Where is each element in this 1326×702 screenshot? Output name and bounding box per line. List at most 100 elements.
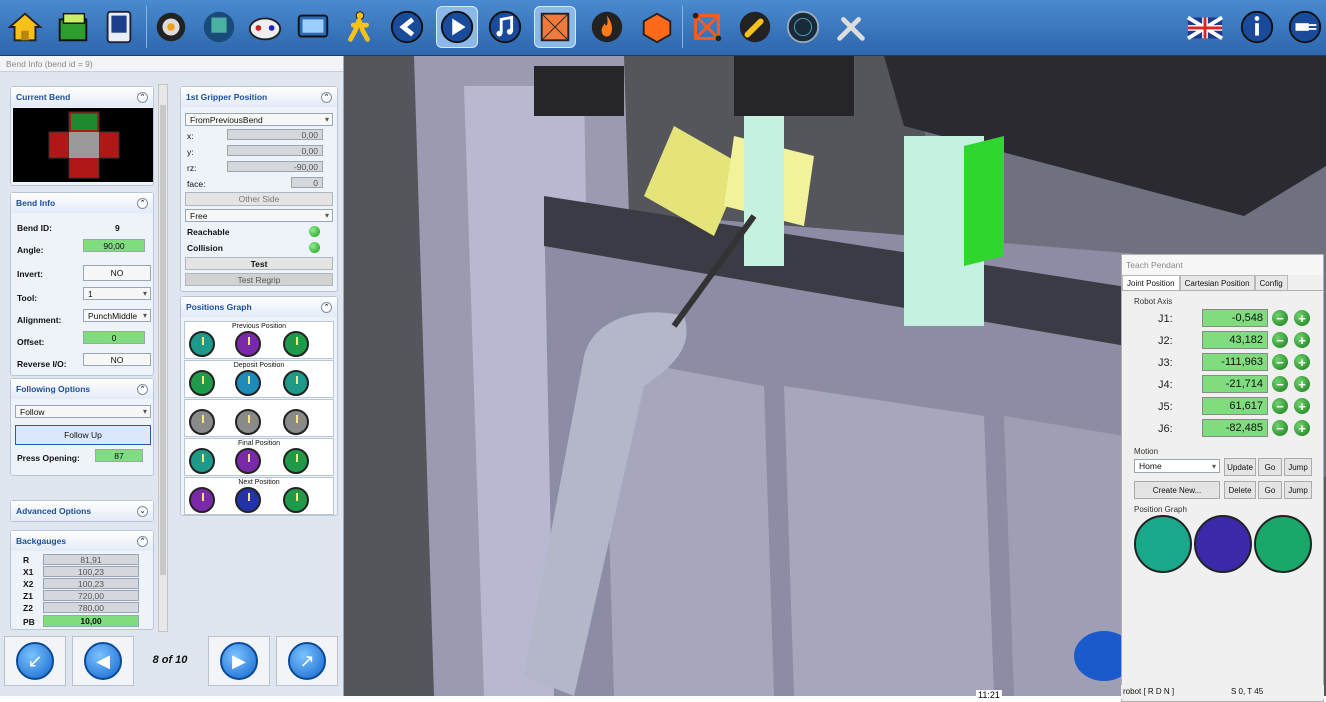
- gripper-source-select[interactable]: FromPreviousBend: [185, 113, 333, 126]
- graph-title: Next Position: [238, 479, 280, 486]
- joint-value[interactable]: -111,963: [1202, 353, 1268, 371]
- backgauge-value[interactable]: 100,23: [43, 578, 139, 589]
- reverse-io-button[interactable]: NO: [83, 353, 151, 366]
- reachable-status-icon: [309, 226, 320, 237]
- press-opening-field[interactable]: 87: [95, 449, 143, 462]
- jump-button[interactable]: Jump: [1284, 481, 1312, 499]
- update-button[interactable]: Update: [1224, 458, 1256, 476]
- collapse-icon[interactable]: ⌃: [321, 91, 332, 103]
- x-field[interactable]: 0,00: [227, 129, 323, 140]
- alignment-select[interactable]: PunchMiddle: [83, 309, 151, 322]
- collapse-icon[interactable]: ⌃: [137, 535, 148, 547]
- joint-value[interactable]: -82,485: [1202, 419, 1268, 437]
- invert-button[interactable]: NO: [83, 265, 151, 281]
- collapse-icon[interactable]: ⌃: [137, 91, 148, 103]
- radar-icon[interactable]: [782, 6, 824, 48]
- minus-icon[interactable]: −: [1272, 354, 1288, 370]
- y-field[interactable]: 0,00: [227, 145, 323, 156]
- play-icon[interactable]: [436, 6, 478, 48]
- collapse-icon[interactable]: ⌃: [137, 197, 148, 209]
- undo-icon[interactable]: [386, 6, 428, 48]
- tab-joint-position[interactable]: Joint Position: [1122, 275, 1180, 290]
- test-regrip-button[interactable]: Test Regrip: [185, 273, 333, 286]
- plus-icon[interactable]: +: [1294, 310, 1310, 326]
- last-bend-button[interactable]: ↗: [276, 636, 338, 686]
- tab-cartesian-position[interactable]: Cartesian Position: [1179, 275, 1255, 290]
- structure-icon[interactable]: [686, 6, 728, 48]
- joint-value[interactable]: -21,714: [1202, 375, 1268, 393]
- teach-pendant-panel: Teach Pendant Joint Position Cartesian P…: [1121, 254, 1324, 702]
- frame-icon[interactable]: [534, 6, 576, 48]
- first-arrow-icon: ↙: [16, 642, 54, 680]
- next-bend-button[interactable]: ▶: [208, 636, 270, 686]
- go-button[interactable]: Go: [1258, 481, 1282, 499]
- backgauge-value[interactable]: 720,00: [43, 590, 139, 601]
- gamepad-icon[interactable]: [244, 6, 286, 48]
- left-scrollbar[interactable]: [158, 84, 168, 632]
- home-icon[interactable]: [4, 6, 46, 48]
- fire-icon[interactable]: [586, 6, 628, 48]
- backgauge-label: Z1: [23, 591, 33, 601]
- plus-icon[interactable]: +: [1294, 398, 1310, 414]
- backgauge-value[interactable]: 81,91: [43, 554, 139, 565]
- scrollbar-thumb[interactable]: [160, 105, 166, 575]
- info-icon[interactable]: [1236, 6, 1278, 48]
- backgauge-label: Z2: [23, 603, 33, 613]
- minus-icon[interactable]: −: [1272, 420, 1288, 436]
- folder-icon[interactable]: [52, 6, 94, 48]
- plus-icon[interactable]: +: [1294, 354, 1310, 370]
- create-new-button[interactable]: Create New...: [1134, 481, 1220, 499]
- uk-flag-icon[interactable]: [1184, 6, 1226, 48]
- collapse-icon[interactable]: ⌃: [137, 383, 148, 395]
- collapse-icon[interactable]: ⌃: [321, 301, 332, 313]
- tool-select[interactable]: 1: [83, 287, 151, 300]
- invert-label: Invert:: [17, 269, 43, 279]
- advanced-options-group[interactable]: Advanced Options ⌄: [10, 500, 154, 522]
- walker-icon[interactable]: [338, 6, 380, 48]
- other-side-button[interactable]: Other Side: [185, 192, 333, 206]
- go-button[interactable]: Go: [1258, 458, 1282, 476]
- face-field[interactable]: 0: [291, 177, 323, 188]
- motion-select[interactable]: Home: [1134, 459, 1220, 473]
- gripper-mode-select[interactable]: Free: [185, 209, 333, 222]
- minus-icon[interactable]: −: [1272, 310, 1288, 326]
- machine-icon[interactable]: [98, 6, 140, 48]
- tools-icon[interactable]: [830, 6, 872, 48]
- plus-icon[interactable]: +: [1294, 376, 1310, 392]
- minus-icon[interactable]: −: [1272, 332, 1288, 348]
- plus-icon[interactable]: +: [1294, 420, 1310, 436]
- music-icon[interactable]: [484, 6, 526, 48]
- minus-icon[interactable]: −: [1272, 398, 1288, 414]
- joint-value[interactable]: 61,617: [1202, 397, 1268, 415]
- gears-icon[interactable]: [150, 6, 192, 48]
- delete-button[interactable]: Delete: [1224, 481, 1256, 499]
- block-icon[interactable]: [636, 6, 678, 48]
- previous-bend-button[interactable]: ◀: [72, 636, 134, 686]
- plus-icon[interactable]: +: [1294, 332, 1310, 348]
- gauge-icon: [189, 487, 215, 513]
- final-position-graph: Final Position: [184, 438, 334, 476]
- joint-value[interactable]: 43,182: [1202, 331, 1268, 349]
- tool-icon[interactable]: [198, 6, 240, 48]
- backgauge-value[interactable]: 10,00: [43, 615, 139, 627]
- test-button[interactable]: Test: [185, 257, 333, 270]
- connect-icon[interactable]: [1284, 6, 1326, 48]
- wrench-icon[interactable]: [734, 6, 776, 48]
- display-icon[interactable]: [292, 6, 334, 48]
- joint-label: J3:: [1158, 357, 1173, 369]
- offset-field[interactable]: 0: [83, 331, 145, 344]
- backgauge-value[interactable]: 780,00: [43, 602, 139, 613]
- tab-config[interactable]: Config: [1254, 275, 1288, 290]
- status-position: S 0, T 45: [1231, 687, 1264, 696]
- expand-icon[interactable]: ⌄: [137, 505, 148, 517]
- minus-icon[interactable]: −: [1272, 376, 1288, 392]
- jump-button[interactable]: Jump: [1284, 458, 1312, 476]
- rz-field[interactable]: -90,00: [227, 161, 323, 172]
- robot-axis-label: Robot Axis: [1134, 297, 1173, 306]
- angle-field[interactable]: 90,00: [83, 239, 145, 252]
- follow-up-button[interactable]: Follow Up: [15, 425, 151, 445]
- first-bend-button[interactable]: ↙: [4, 636, 66, 686]
- backgauge-value[interactable]: 100,23: [43, 566, 139, 577]
- following-mode-select[interactable]: Follow: [15, 405, 151, 418]
- joint-value[interactable]: -0,548: [1202, 309, 1268, 327]
